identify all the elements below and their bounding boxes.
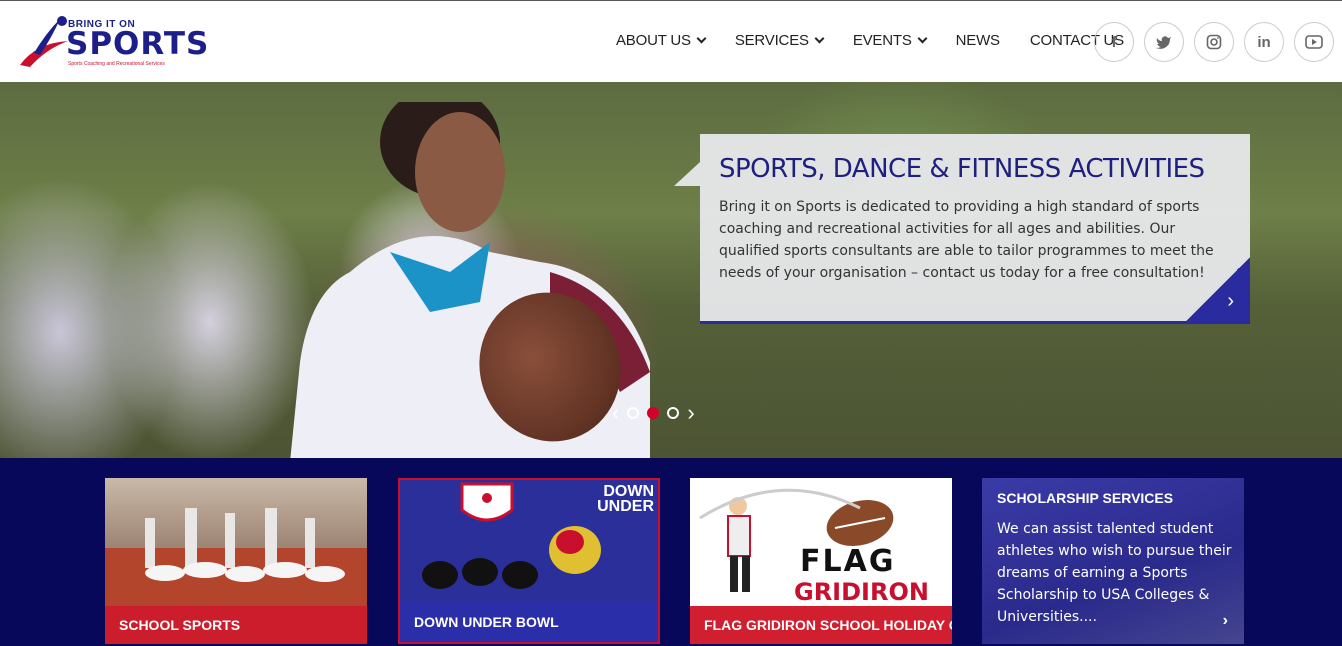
site-logo[interactable]: BRING IT ON SPORTS Sports Coaching and R… <box>16 9 216 75</box>
slider-dot-3[interactable] <box>667 407 680 419</box>
card-label: SCHOOL SPORTS <box>105 606 367 644</box>
hero-caption: SPORTS, DANCE & FITNESS ACTIVITIES Bring… <box>674 134 1250 324</box>
logo-tagline: Sports Coaching and Recreational Service… <box>68 61 165 67</box>
site-header: BRING IT ON SPORTS Sports Coaching and R… <box>0 0 1342 82</box>
caption-next-button[interactable]: › <box>1186 257 1250 321</box>
card-label: DOWN UNDER BOWL <box>400 602 658 642</box>
card-flag-gridiron[interactable]: FLAG GRIDIRON FLAG GRIDIRON SCHOOL HOLID… <box>690 478 952 644</box>
slider-dot-1[interactable] <box>627 407 640 419</box>
hero-text: Bring it on Sports is dedicated to provi… <box>719 199 1214 281</box>
main-nav: ABOUT US SERVICES EVENTS NEWS CONTACT US <box>616 32 1154 49</box>
nav-item-label: SERVICES <box>734 32 809 49</box>
down-under-logo-text: DOWN UNDER <box>597 483 654 515</box>
chevron-down-icon <box>696 33 707 43</box>
nav-item-about-us[interactable]: ABOUT US <box>616 32 707 49</box>
chevron-down-icon <box>917 33 928 43</box>
slider-prev-icon[interactable]: ‹ <box>612 400 619 426</box>
services-band: SCHOOL SPORTS DOWN UNDER DOWN UNDER BOWL… <box>0 458 1342 646</box>
linkedin-icon[interactable]: in <box>1244 22 1284 62</box>
slider-controls: ‹ › <box>612 400 695 426</box>
chevron-right-icon: › <box>1227 290 1234 312</box>
nav-item-label: ABOUT US <box>616 32 691 49</box>
chevron-down-icon <box>814 33 825 43</box>
gridiron-art-text: GRIDIRON <box>794 578 929 606</box>
hero-title: SPORTS, DANCE & FITNESS ACTIVITIES <box>719 154 1205 184</box>
card-text: We can assist talented student athletes … <box>997 521 1232 625</box>
card-title: SCHOLARSHIP SERVICES <box>997 490 1174 506</box>
chevron-right-icon[interactable]: › <box>1223 612 1228 630</box>
nav-item-events[interactable]: EVENTS <box>852 32 928 49</box>
nav-item-label: NEWS <box>955 32 1000 49</box>
social-links: f in <box>1094 22 1334 62</box>
card-scholarship-services[interactable]: SCHOLARSHIP SERVICES We can assist talen… <box>982 478 1244 644</box>
facebook-icon[interactable]: f <box>1094 22 1134 62</box>
hero-slider: SPORTS, DANCE & FITNESS ACTIVITIES Bring… <box>0 82 1342 458</box>
slider-next-icon[interactable]: › <box>687 400 694 426</box>
card-label: FLAG GRIDIRON SCHOOL HOLIDAY C... <box>690 606 952 644</box>
twitter-icon[interactable] <box>1144 22 1184 62</box>
card-school-sports[interactable]: SCHOOL SPORTS <box>105 478 367 644</box>
flag-art-text: FLAG <box>800 544 896 579</box>
logo-line-2: SPORTS <box>66 26 210 62</box>
nav-item-label: EVENTS <box>852 32 912 49</box>
youtube-icon[interactable] <box>1294 22 1334 62</box>
nav-item-news[interactable]: NEWS <box>956 32 1000 49</box>
card-down-under-bowl[interactable]: DOWN UNDER DOWN UNDER BOWL <box>398 478 660 644</box>
logo-text-line: UNDER <box>597 498 654 515</box>
nav-item-services[interactable]: SERVICES <box>734 32 825 49</box>
slider-dot-2[interactable] <box>647 407 660 419</box>
instagram-icon[interactable] <box>1194 22 1234 62</box>
logo-text-line: DOWN <box>603 483 654 500</box>
